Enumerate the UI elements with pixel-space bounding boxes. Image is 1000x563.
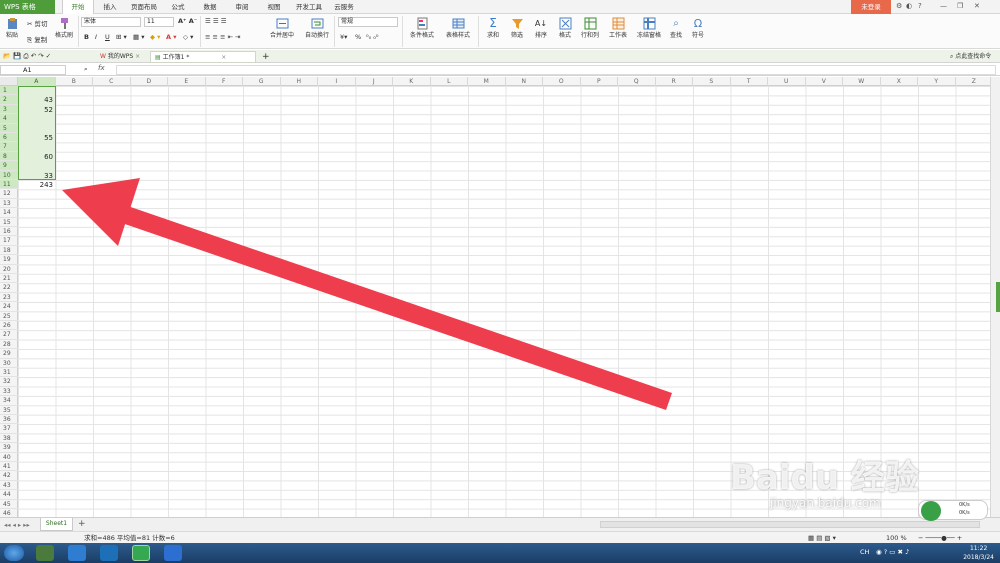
- net-speed-widget[interactable]: 0K/s 0K/s: [918, 500, 988, 521]
- watermark-url: jingyan.baidu.com: [770, 496, 881, 510]
- baidu-watermark: Baidu 经验: [730, 458, 919, 498]
- speed-ball-icon: [921, 501, 941, 521]
